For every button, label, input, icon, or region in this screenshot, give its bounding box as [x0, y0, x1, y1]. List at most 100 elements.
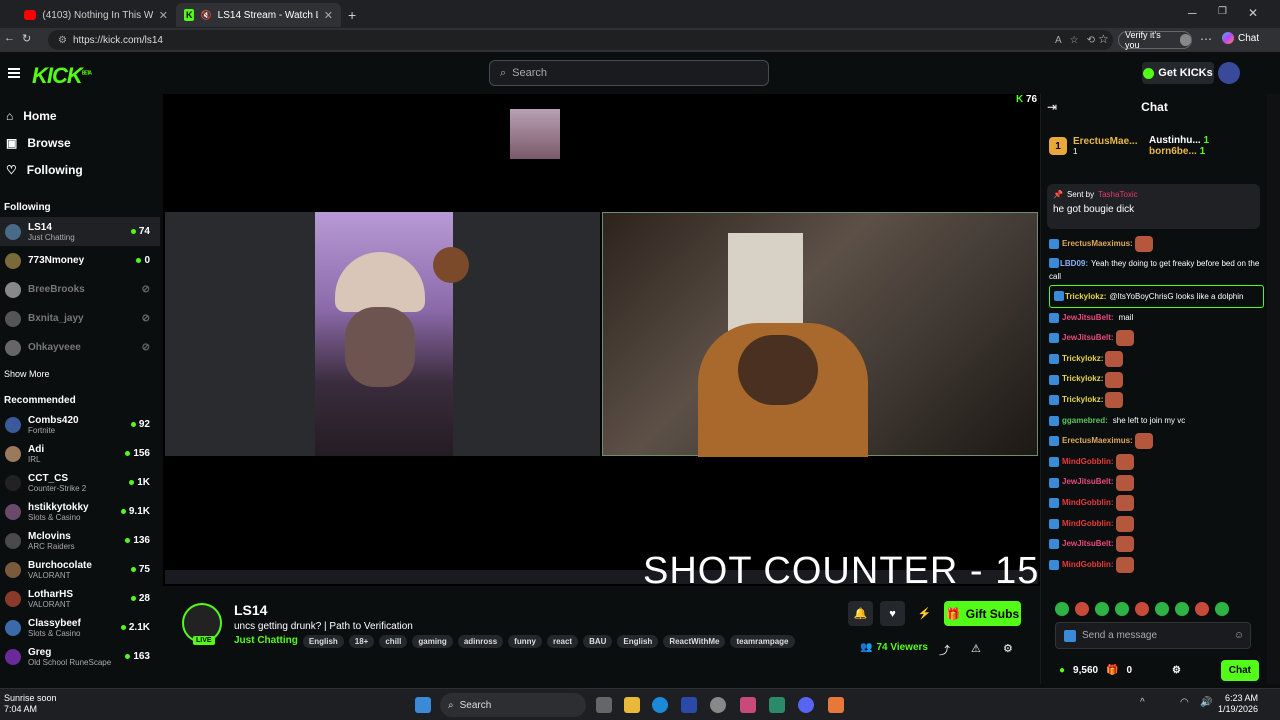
start-icon[interactable]	[415, 697, 431, 713]
settings-icon[interactable]: ⚙	[1172, 665, 1181, 676]
chat-message[interactable]: ErectusMaeximus:	[1049, 431, 1264, 452]
stream-tag[interactable]: chill	[379, 635, 408, 648]
chat-message[interactable]: ggamebred: she left to join my vc	[1049, 411, 1264, 432]
quick-emote-icon[interactable]	[1175, 602, 1189, 616]
wifi-icon[interactable]: ◠	[1180, 697, 1189, 708]
weather-widget[interactable]: Sunrise soon 7:04 AM	[4, 693, 57, 715]
sidebar-channel[interactable]: CCT_CS Counter-Strike 2 1K	[0, 468, 160, 497]
app-orange-icon[interactable]	[828, 697, 844, 713]
quick-emote-icon[interactable]	[1155, 602, 1169, 616]
tab-youtube[interactable]: (4103) Nothing In This World - Yo ✕	[16, 3, 176, 27]
chat-username[interactable]: Trickylokz:	[1062, 349, 1103, 370]
quick-emote-icon[interactable]	[1195, 602, 1209, 616]
favorites-icon[interactable]: ☆	[1098, 32, 1109, 46]
chat-message[interactable]: Trickylokz: @ItsYoBoyChrisG looks like a …	[1049, 284, 1264, 308]
new-tab-button[interactable]: +	[340, 3, 362, 27]
chat-message[interactable]: JewJitsuBelt: mail	[1049, 308, 1264, 329]
sidebar-channel[interactable]: Burchocolate VALORANT 75	[0, 555, 160, 584]
chat-message[interactable]: Trickylokz:	[1049, 369, 1264, 390]
lightning-icon[interactable]: ⚡	[912, 601, 937, 626]
quick-emote-icon[interactable]	[1135, 602, 1149, 616]
sidebar-channel[interactable]: Greg Old School RuneScape 163	[0, 642, 160, 671]
chat-message[interactable]: MindGobblin:	[1049, 514, 1264, 535]
emoji-icon[interactable]: ☺	[1234, 630, 1244, 641]
chat-send-button[interactable]: Chat	[1220, 659, 1259, 681]
chat-username[interactable]: MindGobblin:	[1062, 555, 1114, 576]
chat-message[interactable]: ErectusMaeximus:	[1049, 234, 1264, 255]
chat-username[interactable]: LBD09:	[1060, 259, 1088, 268]
send-message-input[interactable]: Send a message ☺	[1055, 622, 1251, 649]
sidebar-channel[interactable]: Adi IRL 156	[0, 439, 160, 468]
sidebar-channel[interactable]: LotharHS VALORANT 28	[0, 584, 160, 613]
leader-name[interactable]: ErectusMae...	[1073, 136, 1149, 147]
close-window-icon[interactable]: ✕	[1248, 6, 1258, 20]
chat-username[interactable]: MindGobblin:	[1062, 452, 1114, 473]
obs-icon[interactable]	[710, 697, 726, 713]
sidebar-channel[interactable]: 773Nmoney 0	[0, 246, 160, 275]
back-icon[interactable]: ←	[4, 32, 15, 44]
sidebar-channel[interactable]: LS14 Just Chatting 74	[0, 217, 160, 246]
verify-profile-button[interactable]: Verify it's you	[1118, 30, 1192, 50]
gift-count[interactable]: 0	[1127, 665, 1133, 676]
sidebar-channel[interactable]: Ohkayveee ⊘	[0, 333, 160, 362]
chat-username[interactable]: JewJitsuBelt:	[1062, 472, 1114, 493]
menu-icon[interactable]	[8, 68, 20, 78]
chat-username[interactable]: ErectusMaeximus:	[1062, 431, 1133, 452]
stream-tag[interactable]: 18+	[348, 635, 375, 648]
stream-tag[interactable]: ReactWithMe	[663, 635, 726, 648]
mute-icon[interactable]: 🔇	[200, 10, 211, 21]
chat-username[interactable]: ggamebred:	[1062, 411, 1108, 432]
task-view-icon[interactable]	[596, 697, 612, 713]
chat-username[interactable]: Trickylokz:	[1065, 292, 1106, 301]
quick-emote-icon[interactable]	[1055, 602, 1069, 616]
taskbar-search[interactable]: ⌕ Search	[440, 693, 586, 717]
user-avatar[interactable]	[1218, 62, 1240, 84]
minimize-icon[interactable]: ─	[1188, 6, 1197, 20]
volume-icon[interactable]: 🔊	[1200, 697, 1212, 708]
share-icon[interactable]: ⤴	[939, 642, 950, 658]
url-field[interactable]: ⚙ https://kick.com/ls14 A☆⟲	[48, 30, 1113, 50]
stream-tag[interactable]: teamrampage	[730, 635, 795, 648]
tray-chevron-icon[interactable]: ^	[1140, 697, 1145, 708]
more-menu-icon[interactable]: ⋯	[1200, 32, 1212, 46]
close-tab-icon[interactable]: ✕	[324, 9, 333, 22]
chat-message[interactable]: JewJitsuBelt:	[1049, 328, 1264, 349]
quick-emote-icon[interactable]	[1215, 602, 1229, 616]
chat-username[interactable]: MindGobblin:	[1062, 514, 1114, 535]
quick-emote-icon[interactable]	[1095, 602, 1109, 616]
chat-username[interactable]: JewJitsuBelt:	[1062, 534, 1114, 555]
address-actions-icons[interactable]: A☆⟲	[1055, 35, 1103, 46]
category-link[interactable]: Just Chatting	[234, 635, 298, 648]
search-input[interactable]: ⌕ Search	[489, 60, 769, 86]
chat-message[interactable]: MindGobblin:	[1049, 452, 1264, 473]
stream-tag[interactable]: English	[302, 635, 344, 648]
sidebar-channel[interactable]: BreeBrooks ⊘	[0, 275, 160, 304]
chat-username[interactable]: JewJitsuBelt:	[1062, 308, 1114, 329]
report-icon[interactable]: ⚠	[971, 642, 981, 655]
sidebar-channel[interactable]: Mclovins ARC Raiders 136	[0, 526, 160, 555]
quick-emote-icon[interactable]	[1115, 602, 1129, 616]
reload-icon[interactable]: ↻	[22, 32, 31, 45]
stream-tag[interactable]: funny	[508, 635, 542, 648]
kick-logo[interactable]: KICKBETA	[32, 63, 92, 89]
chat-username[interactable]: MindGobblin:	[1062, 493, 1114, 514]
chat-message[interactable]: MindGobblin:	[1049, 493, 1264, 514]
chat-message[interactable]: Trickylokz:	[1049, 349, 1264, 370]
capture-app-icon[interactable]	[740, 697, 756, 713]
chat-message[interactable]: LBD09: Yeah they doing to get freaky befo…	[1049, 255, 1264, 285]
leader-row[interactable]: Austinhu... 1	[1149, 135, 1209, 146]
sidebar-item-browse[interactable]: ▣ Browse	[0, 129, 160, 156]
gift-subs-button[interactable]: 🎁 Gift Subs	[944, 601, 1021, 626]
chat-message[interactable]: Trickylokz:	[1049, 390, 1264, 411]
copilot-chat-button[interactable]: Chat	[1222, 32, 1259, 44]
sidebar-channel[interactable]: Combs420 Fortnite 92	[0, 410, 160, 439]
discord-icon[interactable]	[798, 697, 814, 713]
chat-username[interactable]: ErectusMaeximus:	[1062, 234, 1133, 255]
sidebar-channel[interactable]: Bxnita_jayy ⊘	[0, 304, 160, 333]
video-player[interactable]: SHOT COUNTER - 15 K 76	[163, 94, 1040, 592]
follow-heart-icon[interactable]: ♥	[880, 601, 905, 626]
app-l-icon[interactable]	[681, 697, 697, 713]
chat-username[interactable]: Trickylokz:	[1062, 390, 1103, 411]
leader-row[interactable]: born6be... 1	[1149, 146, 1209, 157]
stream-tag[interactable]: BAU	[583, 635, 613, 648]
